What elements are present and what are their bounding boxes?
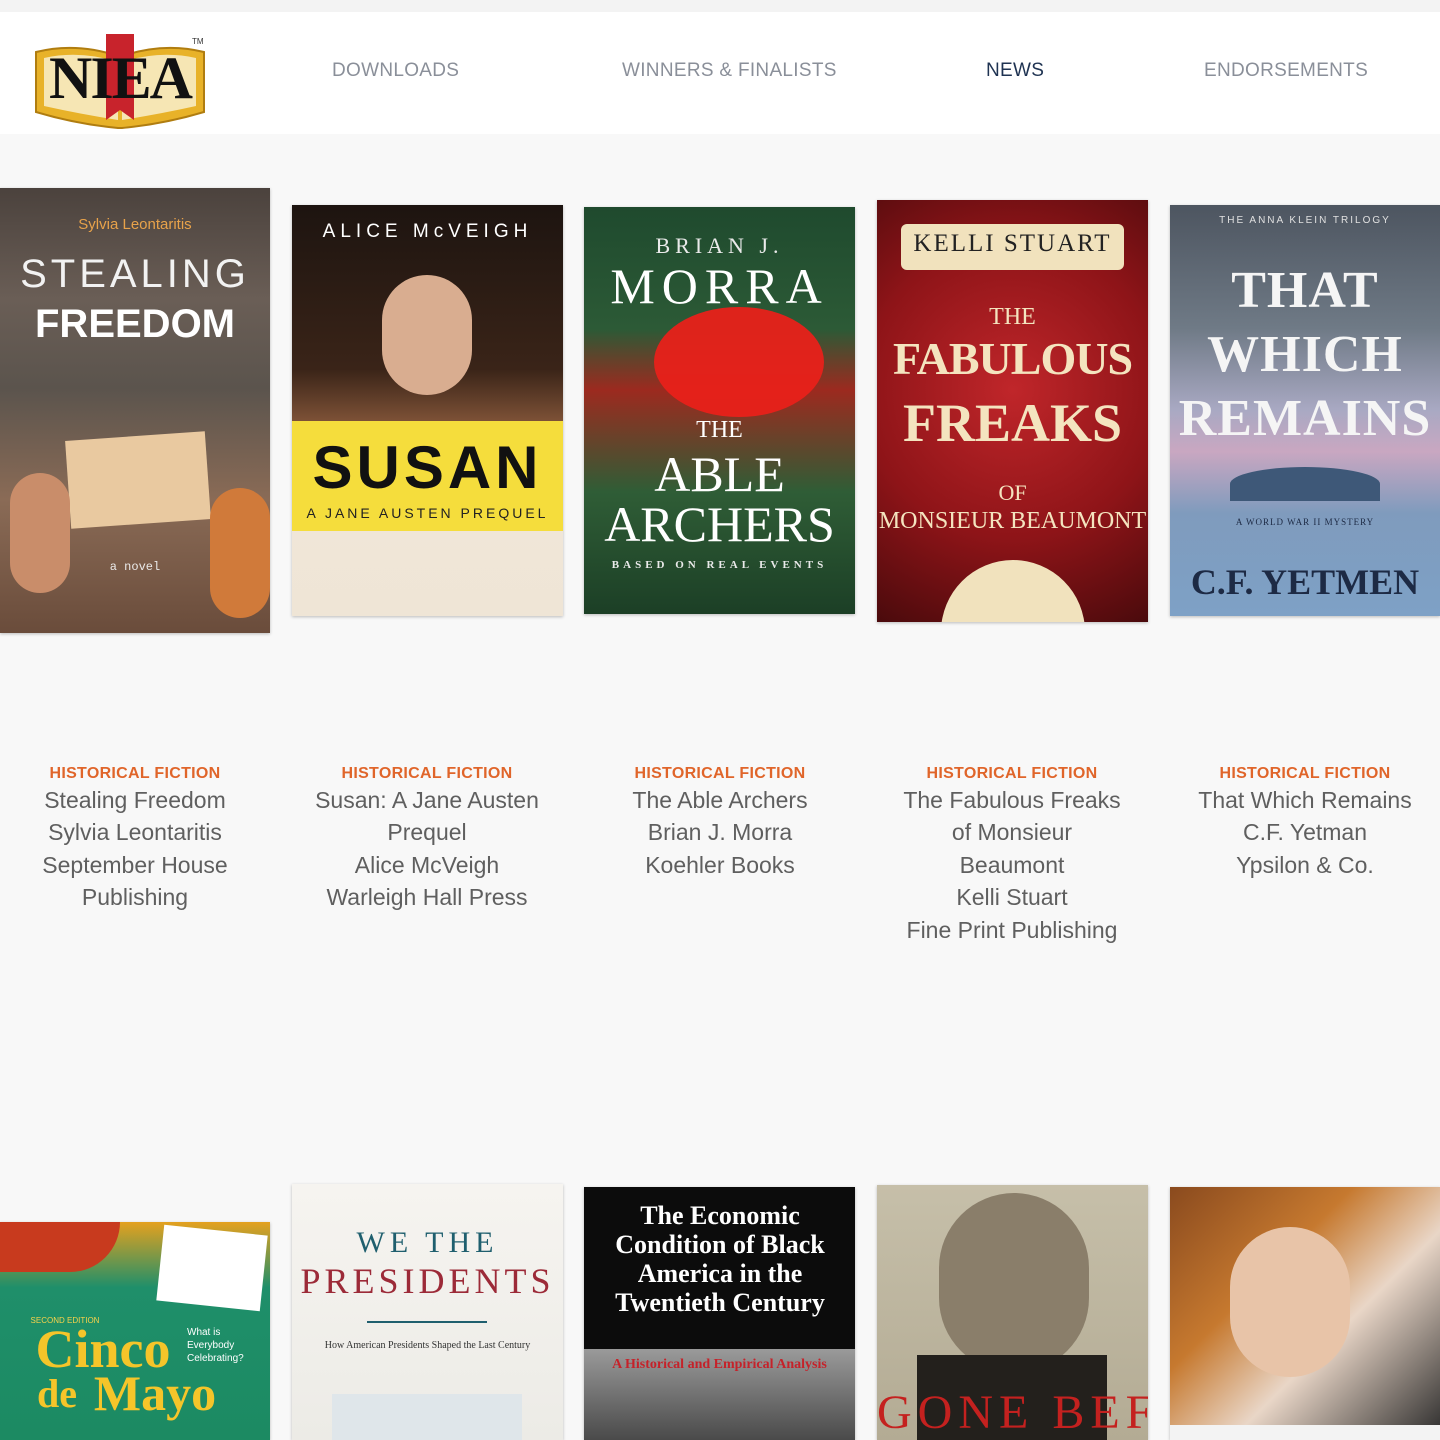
- book-cover-susan[interactable]: ALICE McVEIGH SUSAN A JANE AUSTEN PREQUE…: [292, 205, 563, 616]
- book-genre: HISTORICAL FICTION: [49, 765, 221, 782]
- cover-author-line2: MORRA: [610, 258, 829, 314]
- cover-hill-silhouette: [1230, 467, 1380, 501]
- book-title-link-line1[interactable]: The Fabulous Freaks: [877, 784, 1147, 816]
- cover-title: SUSAN: [312, 434, 543, 501]
- cover-author: C.F. YETMEN: [1190, 562, 1420, 602]
- cover-subtitle: How American Presidents Shaped the Last …: [324, 1340, 531, 1351]
- cover-circus-tent: [941, 560, 1085, 622]
- book-author: C.F. Yetman: [1242, 819, 1368, 846]
- cover-title-line3: REMAINS: [1178, 390, 1432, 447]
- cover-portrait-face: [382, 275, 472, 395]
- cover-author: Sylvia Leontaritis: [78, 216, 192, 233]
- book-cover-gone-before[interactable]: GONE BEFORE: [877, 1185, 1148, 1440]
- book-author: Sylvia Leontaritis: [48, 819, 222, 846]
- cover-title-line5: MONSIEUR BEAUMONT: [878, 508, 1147, 534]
- book-title-link-line1[interactable]: Susan: A Jane Austen: [292, 784, 562, 816]
- nav-endorsements[interactable]: ENDORSEMENTS: [1204, 60, 1368, 82]
- book-cover-we-the-presidents[interactable]: WE THE PRESIDENTS How American President…: [292, 1184, 563, 1440]
- book-publisher: Warleigh Hall Press: [326, 884, 528, 911]
- book-title-link-line2[interactable]: Prequel: [292, 816, 562, 848]
- book-cover-fabulous-freaks[interactable]: KELLI STUART THE FABULOUS FREAKS OF MONS…: [877, 200, 1148, 622]
- cover-sombrero-shape: [0, 1222, 120, 1272]
- cover-title-line2: PRESIDENTS: [300, 1261, 555, 1301]
- cover-title-line1: WE THE: [356, 1226, 499, 1259]
- logo-text: NIEA: [49, 45, 193, 111]
- top-strip: [0, 0, 1440, 12]
- cover-author: ALICE McVEIGH: [322, 221, 533, 242]
- cover-author-line1: BRIAN J.: [655, 233, 784, 258]
- cover-title-line2: FABULOUS: [892, 333, 1133, 384]
- cover-author: KELLI STUART: [913, 230, 1112, 257]
- book-cover-cinco-de-mayo[interactable]: SECOND EDITION Cinco de Mayo What is Eve…: [0, 1222, 270, 1440]
- cover-series: THE ANNA KLEIN TRILOGY: [1219, 215, 1391, 226]
- book-publisher-line1: September House: [42, 851, 228, 878]
- cover-photo-frame: [156, 1224, 268, 1312]
- book-info-stealing-freedom: HISTORICAL FICTION Stealing Freedom Sylv…: [0, 764, 270, 914]
- book-info-able-archers: HISTORICAL FICTION The Able Archers Bria…: [585, 764, 855, 881]
- book-title-link-line3[interactable]: Beaumont: [877, 849, 1147, 881]
- book-author: Alice McVeigh: [354, 851, 500, 878]
- cover-title-line4: OF: [998, 480, 1027, 505]
- cover-red-blast: [654, 307, 824, 417]
- cover-subtitle: A Historical and Empirical Analysis: [612, 1357, 827, 1372]
- book-genre: HISTORICAL FICTION: [634, 765, 806, 782]
- nav-news[interactable]: NEWS: [986, 60, 1044, 82]
- cover-title-line3: ARCHERS: [604, 496, 835, 552]
- cover-white-house-image: [332, 1394, 522, 1440]
- cover-hand-image: [10, 473, 70, 593]
- cover-title-line1: STEALING: [20, 252, 250, 296]
- book-title-link[interactable]: That Which Remains: [1170, 784, 1440, 816]
- cover-divider: [367, 1321, 487, 1323]
- book-title-link[interactable]: Stealing Freedom: [0, 784, 270, 816]
- cover-couple-image: [1230, 1227, 1350, 1377]
- book-genre: HISTORICAL FICTION: [926, 765, 1098, 782]
- cover-title-line2: WHICH: [1207, 326, 1403, 383]
- book-info-susan: HISTORICAL FICTION Susan: A Jane Austen …: [292, 764, 562, 914]
- cover-sleeve-image: [210, 488, 270, 618]
- cover-title: GONE BEFORE: [877, 1386, 1148, 1439]
- cover-subtitle: A JANE AUSTEN PREQUEL: [306, 505, 549, 521]
- book-title-link[interactable]: The Able Archers: [585, 784, 855, 816]
- book-publisher: Ypsilon & Co.: [1236, 851, 1374, 878]
- book-cover-stealing-freedom[interactable]: Sylvia Leontaritis STEALING FREEDOM a no…: [0, 188, 270, 633]
- cover-title: The Economic Condition of Black America …: [615, 1201, 825, 1317]
- nav-winners-finalists[interactable]: WINNERS & FINALISTS: [622, 60, 837, 82]
- cover-aside: What is Everybody Celebrating?: [187, 1327, 244, 1364]
- cover-tag: BASED ON REAL EVENTS: [611, 559, 828, 571]
- book-cover-winter-couple[interactable]: [1170, 1187, 1440, 1440]
- logo-tm: TM: [192, 37, 204, 46]
- nav-downloads[interactable]: DOWNLOADS: [332, 60, 459, 82]
- book-publisher: Fine Print Publishing: [906, 916, 1118, 943]
- cover-portrait: [939, 1193, 1089, 1373]
- site-header: NIEA TM DOWNLOADS WINNERS & FINALISTS NE…: [0, 12, 1440, 134]
- book-cover-able-archers[interactable]: BRIAN J. MORRA THE ABLE ARCHERS BASED ON…: [584, 207, 855, 614]
- book-author: Kelli Stuart: [956, 884, 1068, 911]
- cover-title-line3: FREAKS: [902, 393, 1123, 453]
- book-genre: HISTORICAL FICTION: [341, 765, 513, 782]
- cover-title-line1: THE: [989, 304, 1036, 330]
- cover-title-line1: THAT: [1231, 262, 1379, 319]
- book-info-that-which-remains: HISTORICAL FICTION That Which Remains C.…: [1170, 764, 1440, 881]
- book-author: Brian J. Morra: [647, 819, 793, 846]
- cover-tag: a novel: [109, 560, 161, 574]
- cover-letter-image: [65, 431, 211, 529]
- cover-title-line2: FREEDOM: [35, 302, 235, 346]
- cover-title-line1: THE: [696, 417, 743, 443]
- book-publisher-line2: Publishing: [81, 884, 189, 911]
- cover-title-line3: Mayo: [93, 1365, 217, 1421]
- book-publisher: Koehler Books: [645, 851, 795, 878]
- cover-lace-border: [1170, 1425, 1440, 1440]
- book-title-link-line2[interactable]: of Monsieur: [877, 816, 1147, 848]
- book-cover-economic-condition[interactable]: The Economic Condition of Black America …: [584, 1187, 855, 1440]
- book-info-fabulous-freaks: HISTORICAL FICTION The Fabulous Freaks o…: [877, 764, 1147, 946]
- cover-tag: A WORLD WAR II MYSTERY: [1235, 517, 1375, 527]
- niea-logo[interactable]: NIEA TM: [32, 28, 208, 132]
- book-genre: HISTORICAL FICTION: [1219, 765, 1391, 782]
- book-cover-that-which-remains[interactable]: THE ANNA KLEIN TRILOGY THAT WHICH REMAIN…: [1170, 205, 1440, 616]
